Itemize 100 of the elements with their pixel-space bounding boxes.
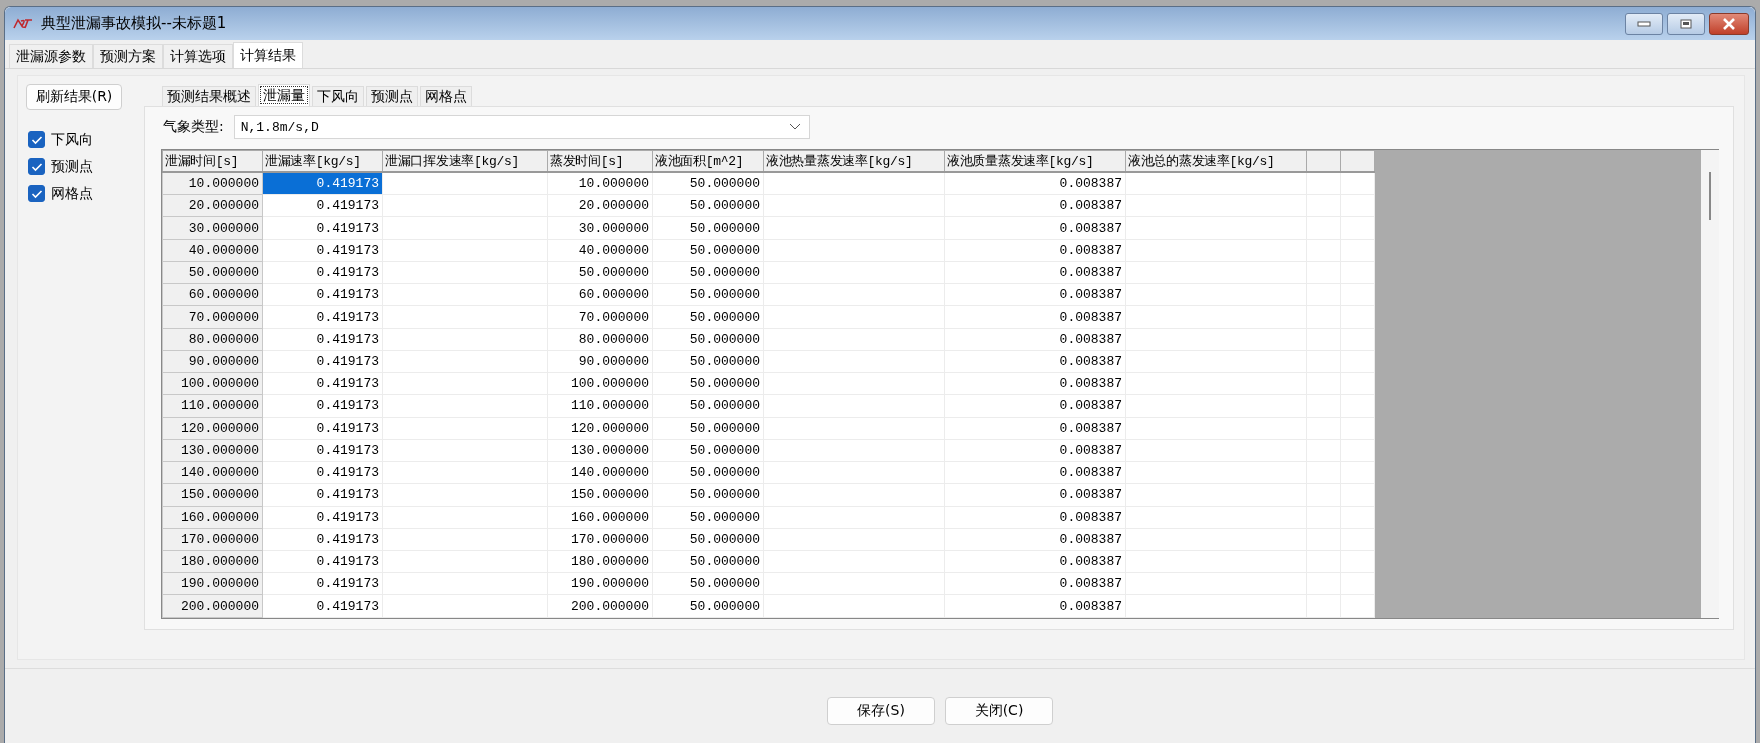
table-cell: 30.000000: [547, 217, 653, 240]
checkbox[interactable]: [28, 185, 45, 202]
table-cell: 10.000000: [547, 172, 653, 195]
table-cell[interactable]: 0.419173: [262, 194, 383, 217]
table-cell[interactable]: 0.419173: [262, 439, 383, 462]
table-cell: 0.008387: [944, 483, 1126, 507]
column-header[interactable]: 泄漏速率[kg/s]: [262, 150, 383, 172]
row-header: 50.000000: [162, 261, 263, 284]
table-cell: 0.008387: [944, 194, 1126, 217]
table-cell: 120.000000: [547, 417, 653, 440]
tab[interactable]: 计算结果: [233, 42, 303, 68]
table-cell: 190.000000: [547, 572, 653, 595]
row-header: 20.000000: [162, 194, 263, 217]
table-cell: 0.008387: [944, 572, 1126, 595]
table-cell: 50.000000: [652, 572, 764, 595]
table-cell[interactable]: 0.419173: [262, 217, 383, 240]
table-cell[interactable]: 0.419173: [262, 594, 383, 618]
table-cell[interactable]: 0.419173: [262, 417, 383, 440]
tab[interactable]: 网格点: [420, 86, 472, 106]
table-cell: 140.000000: [547, 461, 653, 484]
table-cell: 60.000000: [547, 283, 653, 306]
row-header: 100.000000: [162, 372, 263, 395]
row-header: 150.000000: [162, 483, 263, 507]
row-header: 10.000000: [162, 172, 263, 195]
weather-dropdown[interactable]: N,1.8m/s,D: [233, 115, 810, 139]
table-cell: 50.000000: [652, 217, 764, 240]
table-cell: 150.000000: [547, 483, 653, 507]
row-header: 70.000000: [162, 305, 263, 329]
table-cell: 50.000000: [652, 461, 764, 484]
checkbox[interactable]: [28, 158, 45, 175]
table-cell: 70.000000: [547, 305, 653, 329]
tab[interactable]: 预测点: [366, 86, 418, 106]
column-header[interactable]: 液池热量蒸发速率[kg/s]: [763, 150, 945, 172]
table-cell[interactable]: 0.419173: [262, 394, 383, 418]
table-cell[interactable]: 0.419173: [262, 328, 383, 351]
column-header[interactable]: 液池总的蒸发速率[kg/s]: [1125, 150, 1307, 172]
table-cell: 0.008387: [944, 550, 1126, 573]
row-header: 170.000000: [162, 528, 263, 551]
table-cell: 50.000000: [652, 172, 764, 195]
table-cell[interactable]: 0.419173: [262, 239, 383, 262]
row-header: 140.000000: [162, 461, 263, 484]
table-cell: 40.000000: [547, 239, 653, 262]
tab[interactable]: 预测方案: [93, 44, 163, 68]
table-cell: 0.008387: [944, 217, 1126, 240]
checkbox-label: 网格点: [51, 184, 93, 203]
tab[interactable]: 泄漏量: [258, 84, 310, 106]
table-cell[interactable]: 0.419173: [262, 506, 383, 529]
table-cell[interactable]: 0.419173: [262, 372, 383, 395]
table-cell: 50.000000: [547, 261, 653, 284]
table-cell: 200.000000: [547, 594, 653, 618]
checkbox[interactable]: [28, 131, 45, 148]
table-cell: 160.000000: [547, 506, 653, 529]
table-cell: 0.008387: [944, 506, 1126, 529]
save-button[interactable]: 保存(S): [827, 697, 935, 725]
table-cell: 50.000000: [652, 594, 764, 618]
table-cell[interactable]: 0.419173: [262, 550, 383, 573]
column-header[interactable]: 泄漏口挥发速率[kg/s]: [382, 150, 548, 172]
table-cell: 0.008387: [944, 439, 1126, 462]
table-cell[interactable]: 0.419173: [262, 305, 383, 329]
table-cell: 0.008387: [944, 305, 1126, 329]
minimize-button[interactable]: [1625, 12, 1663, 35]
row-header: 60.000000: [162, 283, 263, 306]
column-header[interactable]: 液池面积[m^2]: [652, 150, 764, 172]
table-cell: 0.008387: [944, 528, 1126, 551]
tab[interactable]: 预测结果概述: [162, 86, 256, 106]
table-cell[interactable]: 0.419173: [262, 572, 383, 595]
close-icon: [1722, 17, 1736, 30]
table-cell[interactable]: 0.419173: [262, 172, 383, 195]
tab[interactable]: 泄漏源参数: [9, 44, 93, 68]
table-cell[interactable]: 0.419173: [262, 528, 383, 551]
check-icon: [30, 134, 43, 145]
column-header[interactable]: 液池质量蒸发速率[kg/s]: [944, 150, 1126, 172]
close-button[interactable]: [1709, 12, 1749, 35]
table-cell[interactable]: 0.419173: [262, 483, 383, 507]
row-header: 40.000000: [162, 239, 263, 262]
column-header[interactable]: 泄漏时间[s]: [162, 150, 263, 172]
maximize-button[interactable]: [1667, 12, 1705, 35]
tab[interactable]: 下风向: [312, 86, 364, 106]
column-header[interactable]: 蒸发时间[s]: [547, 150, 653, 172]
window-title: 典型泄漏事故模拟--未标题1: [41, 14, 227, 33]
table-cell: 0.008387: [944, 461, 1126, 484]
refresh-button[interactable]: 刷新结果(R): [26, 84, 122, 110]
table-cell: 50.000000: [652, 305, 764, 329]
table-cell[interactable]: 0.419173: [262, 261, 383, 284]
table-cell[interactable]: 0.419173: [262, 283, 383, 306]
row-header: 30.000000: [162, 217, 263, 240]
maximize-icon: [1679, 18, 1693, 29]
table-cell: 0.008387: [944, 283, 1126, 306]
table-cell[interactable]: 0.419173: [262, 461, 383, 484]
table-cell: 50.000000: [652, 350, 764, 373]
checkbox-label: 下风向: [51, 130, 93, 149]
table-cell[interactable]: 0.419173: [262, 350, 383, 373]
close-dialog-button[interactable]: 关闭(C): [945, 697, 1053, 725]
minimize-icon: [1637, 20, 1651, 27]
tab[interactable]: 计算选项: [163, 44, 233, 68]
table-cell: 50.000000: [652, 417, 764, 440]
scrollbar[interactable]: [1701, 150, 1719, 618]
logo-icon: [13, 17, 33, 30]
table-cell: 50.000000: [652, 394, 764, 418]
table-cell: 50.000000: [652, 439, 764, 462]
